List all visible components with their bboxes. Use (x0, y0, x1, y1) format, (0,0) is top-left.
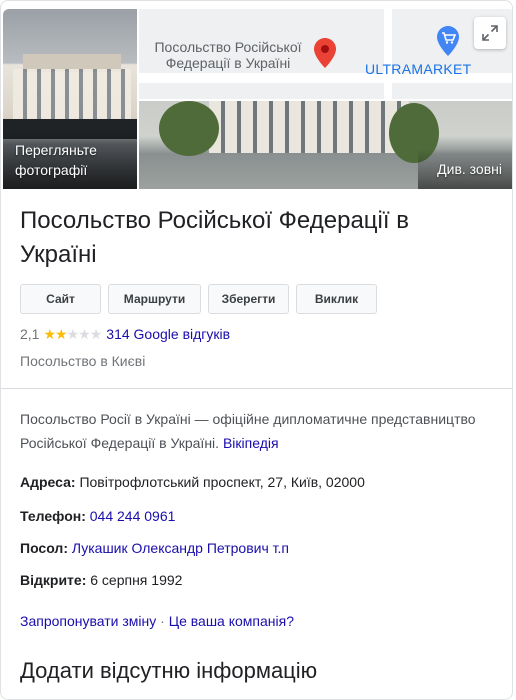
photos-tile[interactable]: Перегляньте фотографії (3, 9, 137, 189)
star-icon: ★ (78, 325, 91, 342)
rating-value: 2,1 (20, 326, 40, 342)
ambassador-link[interactable]: Лукашик Олександр Петрович т.п (72, 540, 289, 556)
reviews-link[interactable]: 314 Google відгуків (106, 326, 230, 342)
phone-row: Телефон: 044 244 0961 (20, 506, 175, 526)
map-place-label: Посольство Російської Федерації в Україн… (154, 39, 302, 71)
photos-label: Перегляньте фотографії (15, 142, 97, 178)
street-tree (159, 101, 219, 156)
description: Посольство Росії в Україні — офіційне ди… (20, 407, 495, 455)
call-button[interactable]: Виклик (296, 284, 377, 314)
photo-building (13, 69, 131, 124)
rating-stars: ★ ★ ★ ★ ★ (43, 325, 103, 343)
shopping-cart-pin-icon[interactable] (437, 26, 459, 56)
street-view-tile[interactable]: Див. зовні (139, 101, 512, 189)
address-value: Повітрофлотський проспект, 27, Київ, 020… (79, 474, 365, 490)
media-strip: Перегляньте фотографії Посольство Російс… (1, 1, 512, 191)
star-icon: ★ (43, 325, 56, 342)
suggest-edit-link[interactable]: Запропонувати зміну (20, 613, 156, 629)
map-road (384, 9, 392, 99)
footer-links: Запропонувати зміну · Це ваша компанія? (20, 613, 294, 629)
opened-value: 6 серпня 1992 (90, 572, 183, 588)
street-view-label: Див. зовні (437, 161, 502, 177)
opened-row: Відкрите: 6 серпня 1992 (20, 570, 182, 590)
link-separator: · (160, 613, 165, 629)
section-divider (1, 388, 512, 389)
opened-label: Відкрите: (20, 572, 87, 588)
phone-label: Телефон: (20, 508, 86, 524)
wikipedia-link[interactable]: Вікіпедія (223, 435, 279, 451)
map-tile[interactable]: Посольство Російської Федерації в Україн… (139, 9, 512, 99)
map-store-label: ULTRAMARKET (365, 61, 472, 77)
star-icon: ★ (66, 325, 80, 342)
website-button[interactable]: Сайт (20, 284, 101, 314)
own-business-link[interactable]: Це ваша компанія? (169, 613, 294, 629)
place-title: Посольство Російської Федерації в Україн… (20, 207, 409, 268)
rating-row: 2,1 ★ ★ ★ ★ ★ 314 Google відгуків (20, 324, 230, 344)
phone-link[interactable]: 044 244 0961 (90, 508, 176, 524)
address-label: Адреса: (20, 474, 76, 490)
map-pin-icon[interactable] (314, 38, 336, 68)
address-row: Адреса: Повітрофлотський проспект, 27, К… (20, 472, 365, 492)
directions-button[interactable]: Маршрути (108, 284, 201, 314)
star-icon: ★ (55, 325, 68, 342)
street-building (209, 101, 409, 153)
save-button[interactable]: Зберегти (208, 284, 289, 314)
place-category: Посольство в Києві (20, 353, 146, 369)
action-buttons: Сайт Маршрути Зберегти Виклик (20, 284, 377, 316)
ambassador-label: Посол: (20, 540, 68, 556)
expand-map-button[interactable] (474, 17, 506, 49)
ambassador-row: Посол: Лукашик Олександр Петрович т.п (20, 538, 289, 558)
expand-icon (482, 25, 498, 41)
knowledge-panel: Перегляньте фотографії Посольство Російс… (0, 0, 513, 700)
star-icon: ★ (89, 325, 103, 342)
add-info-title: Додати відсутню інформацію (20, 658, 318, 683)
